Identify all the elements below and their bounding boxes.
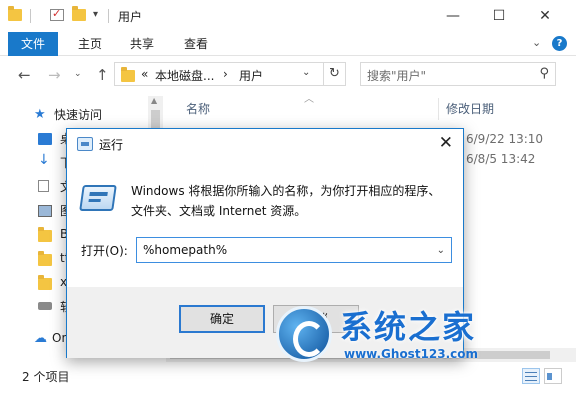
minimize-button[interactable]: — bbox=[430, 0, 476, 32]
close-button[interactable]: ✕ bbox=[522, 0, 568, 32]
folder-icon bbox=[38, 251, 52, 266]
explorer-titlebar: ▾ 用户 — ☐ ✕ bbox=[0, 0, 576, 32]
run-dialog-title: 运行 bbox=[99, 138, 124, 152]
desktop-icon bbox=[38, 133, 52, 145]
folder-icon bbox=[38, 275, 52, 290]
tab-share[interactable]: 共享 bbox=[120, 32, 164, 56]
address-bar[interactable]: « 本地磁盘... › 用户 bbox=[114, 62, 324, 86]
details-view-button[interactable] bbox=[522, 368, 540, 384]
list-item-date: 6/8/5 13:42 bbox=[466, 152, 536, 166]
folder-icon bbox=[121, 67, 135, 82]
ribbon-tabs: 文件 主页 共享 查看 ⌄ ? bbox=[0, 32, 576, 56]
sort-ascending-icon: ︿ bbox=[304, 94, 314, 105]
large-icons-view-button[interactable] bbox=[544, 368, 562, 384]
column-header-date[interactable]: 修改日期 bbox=[446, 100, 494, 117]
onedrive-cloud-icon: ☁ bbox=[34, 331, 47, 346]
divider bbox=[108, 9, 109, 23]
up-arrow-icon[interactable]: ↑ bbox=[96, 66, 109, 84]
pictures-icon bbox=[38, 205, 52, 217]
search-placeholder: 搜索"用户" bbox=[367, 69, 427, 83]
document-icon bbox=[38, 180, 49, 192]
open-label: 打开(O): bbox=[81, 244, 128, 258]
tab-file[interactable]: 文件 bbox=[8, 32, 58, 56]
run-icon bbox=[77, 137, 93, 151]
column-divider[interactable] bbox=[438, 98, 439, 120]
search-icon: ⚲ bbox=[539, 66, 549, 81]
close-icon[interactable]: ✕ bbox=[439, 133, 453, 153]
refresh-icon[interactable]: ↻ bbox=[324, 62, 346, 86]
folder-icon bbox=[38, 227, 52, 242]
run-description: Windows 将根据你所输入的名称，为你打开相应的程序、文件夹、文档或 Int… bbox=[131, 184, 441, 218]
back-arrow-icon[interactable]: ← bbox=[18, 66, 31, 84]
tab-home[interactable]: 主页 bbox=[68, 32, 112, 56]
ok-button[interactable]: 确定 bbox=[179, 305, 265, 333]
address-overflow[interactable]: « bbox=[141, 67, 148, 81]
customize-toolbar-chevron-icon[interactable]: ▾ bbox=[93, 9, 98, 20]
window-title: 用户 bbox=[118, 10, 143, 24]
watermark-url: www.Ghost123.com bbox=[344, 347, 479, 361]
drive-icon bbox=[38, 302, 52, 310]
item-count: 2 个项目 bbox=[22, 370, 70, 384]
recent-locations-chevron-icon[interactable]: ⌄ bbox=[74, 69, 82, 79]
status-bar: 2 个项目 bbox=[0, 362, 576, 394]
address-history-chevron-icon[interactable]: ⌄ bbox=[302, 67, 310, 78]
new-folder-icon[interactable] bbox=[72, 6, 86, 21]
properties-icon[interactable] bbox=[50, 7, 64, 21]
watermark-title: 系统之家 bbox=[340, 308, 477, 346]
search-input[interactable]: 搜索"用户" ⚲ bbox=[360, 62, 556, 86]
forward-arrow-icon[interactable]: → bbox=[48, 66, 61, 84]
breadcrumb-local-disk[interactable]: 本地磁盘... bbox=[155, 67, 214, 84]
folder-icon bbox=[8, 6, 22, 21]
tab-view[interactable]: 查看 bbox=[174, 32, 218, 56]
download-arrow-icon: ↓ bbox=[38, 152, 50, 168]
divider bbox=[30, 9, 31, 23]
column-header-name[interactable]: 名称 bbox=[186, 100, 210, 117]
star-icon: ★ bbox=[34, 107, 46, 122]
breadcrumb-users[interactable]: 用户 bbox=[239, 67, 263, 84]
sidebar-item-quick-access[interactable]: 快速访问 bbox=[54, 104, 102, 124]
open-input-value[interactable]: %homepath% bbox=[143, 243, 227, 257]
run-program-icon bbox=[79, 185, 117, 211]
open-combobox[interactable]: %homepath% ⌄ bbox=[136, 237, 452, 263]
help-icon[interactable]: ? bbox=[552, 36, 567, 51]
expand-ribbon-chevron-icon[interactable]: ⌄ bbox=[532, 36, 541, 49]
list-item-date: 6/9/22 13:10 bbox=[466, 132, 544, 146]
run-dialog-titlebar[interactable]: 运行 ✕ bbox=[67, 129, 463, 159]
chevron-down-icon[interactable]: ⌄ bbox=[437, 245, 445, 256]
maximize-button[interactable]: ☐ bbox=[476, 0, 522, 32]
scroll-up-icon[interactable]: ▲ bbox=[151, 96, 157, 105]
breadcrumb-separator: › bbox=[223, 67, 228, 81]
watermark-logo bbox=[276, 306, 332, 362]
